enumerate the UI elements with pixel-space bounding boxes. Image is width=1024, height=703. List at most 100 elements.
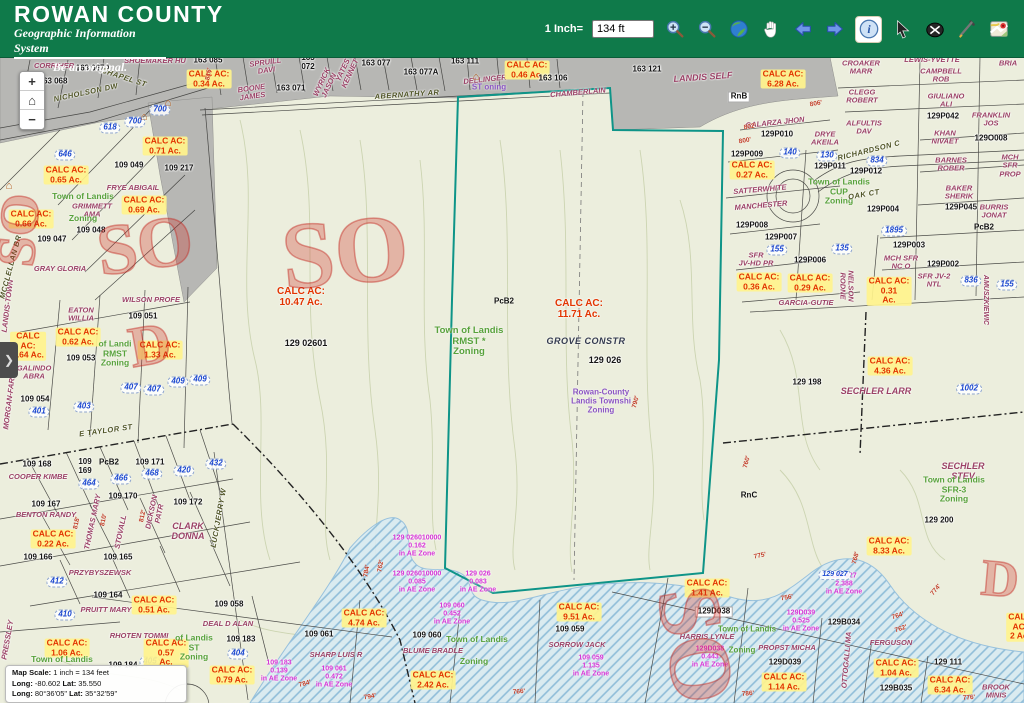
map-label: 109 058 — [215, 601, 244, 610]
map-label: WILSON PROFE — [122, 296, 180, 304]
map-label: 432 — [205, 459, 226, 470]
globe-icon[interactable] — [727, 18, 750, 41]
map-zoom-widget: + ⌂ − — [19, 71, 45, 130]
map-label: 163 071 — [277, 85, 306, 94]
map-label: 129D039 — [769, 659, 801, 668]
map-label: 774' — [929, 583, 943, 597]
map-label: of Landis ST Zoning — [175, 634, 213, 663]
identify-info-icon[interactable]: i — [855, 16, 882, 43]
house-icon: ⌂ — [165, 97, 172, 109]
map-label: 764' — [891, 611, 905, 622]
header-bar: ROWAN COUNTY Geographic Information Syst… — [0, 0, 1024, 58]
red-stamp-overlay: SO — [641, 580, 748, 703]
map-label: 155 — [996, 280, 1017, 291]
zoom-out-icon[interactable] — [695, 18, 718, 41]
map-label: Town of Landis — [31, 655, 93, 665]
map-label: PROPST MICHA — [758, 644, 816, 652]
map-label: 129 026 0.083 in AE Zone — [460, 570, 496, 593]
map-label: PcB2 — [974, 224, 994, 233]
map-label: Town of Landis RMST * Zoning — [435, 326, 504, 358]
map-label: FERGUSON — [870, 639, 913, 647]
map-label: PRZYBYSZEWSK — [69, 569, 132, 577]
map-label: 129P007 — [765, 234, 797, 243]
map-labels-layer: CORRIHERSHOEMAKER HU163 067A163 068NICHO… — [0, 0, 1024, 703]
map-label: 129 200 — [925, 517, 954, 526]
map-label: 109 172 — [174, 499, 203, 508]
map-label: 129P003 — [893, 242, 925, 251]
map-label: 129P002 — [927, 261, 959, 270]
map-label: 109 053 — [67, 355, 96, 364]
back-arrow-icon[interactable] — [791, 18, 814, 41]
zoom-in-icon[interactable] — [663, 18, 686, 41]
map-label: 794' — [363, 692, 376, 701]
map-label: of Landi RMST Zoning — [98, 340, 131, 369]
map-label: 412 — [46, 577, 67, 588]
scale-input[interactable] — [592, 20, 654, 38]
map-label: 163 077 — [362, 60, 391, 69]
map-label: 800' — [738, 136, 751, 145]
clear-selection-icon[interactable] — [923, 18, 946, 41]
map-label: CALC AC: 1.14 Ac. — [762, 672, 807, 691]
map-label: 163 106 — [539, 75, 568, 84]
map-label: 109 049 — [115, 162, 144, 171]
map-label: 109 171 — [136, 459, 165, 468]
home-button[interactable]: ⌂ — [20, 91, 44, 110]
forward-arrow-icon[interactable] — [823, 18, 846, 41]
map-label: 1895 — [881, 226, 907, 237]
panel-expand-toggle[interactable]: ❯ — [0, 342, 18, 378]
map-label: STOVALL — [113, 514, 128, 549]
map-label: 1002 — [956, 384, 982, 395]
map-label: 129P009 — [731, 151, 763, 160]
map-label: 401 — [28, 407, 49, 418]
map-label: 109 167 — [32, 501, 61, 510]
map-label: 409 — [189, 375, 210, 386]
map-label: CALC AC: 8.33 Ac. — [867, 536, 912, 555]
map-label: CROAKER MARR — [842, 60, 880, 77]
pan-hand-icon[interactable] — [759, 18, 782, 41]
map-label: 109 061 — [305, 631, 334, 640]
map-label: 129D039 0.525 in AE Zone — [783, 609, 819, 632]
map-label: 790' — [631, 395, 641, 409]
map-label: PRUITT MARY — [80, 606, 131, 614]
map-label: ABERNATHY AR — [374, 89, 439, 102]
logo-tagline: Be an original. — [14, 60, 166, 75]
map-label: 129 026 — [589, 355, 622, 365]
zoom-out-button[interactable]: − — [20, 110, 44, 129]
map-label: 836 — [960, 276, 981, 287]
google-maps-icon[interactable] — [987, 18, 1010, 41]
map-label: DRYE AKEILA — [811, 131, 839, 148]
map-label: CALC AC: 4.36 Ac. — [868, 356, 913, 375]
map-label: 129 026010000 0.162 in AE Zone — [393, 534, 442, 557]
map-label: 129P045 — [945, 204, 977, 213]
map-label: BOONE JAMES — [237, 83, 267, 103]
map-label: E TAYLOR ST — [79, 423, 134, 439]
map-label: 140 — [779, 148, 800, 159]
measure-pencil-icon[interactable] — [955, 18, 978, 41]
map-label: CALC AC: 0.65 Ac. — [44, 165, 89, 184]
map-label: CAMPBELL ROB — [920, 68, 962, 85]
map-label: 163 077A — [404, 69, 439, 78]
map-label: 135 — [831, 244, 852, 255]
map-label: RnC — [741, 492, 757, 501]
map-label: CALC AC: 0.51 Ac. — [132, 595, 177, 614]
select-pointer-icon[interactable] — [891, 18, 914, 41]
map-label: 618 — [99, 123, 120, 134]
map-label: 129P006 — [794, 257, 826, 266]
map-label: 762' — [894, 624, 908, 635]
map-label: CALC AC: 0.36 Ac. — [737, 272, 782, 291]
map-label: 155 — [766, 245, 787, 256]
map-label: Town of Landis SFR-3 Zoning — [923, 476, 985, 505]
map-viewport[interactable]: CORRIHERSHOEMAKER HU163 067A163 068NICHO… — [0, 0, 1024, 703]
map-label: OTTOGALLI MA — [840, 631, 853, 688]
map-label: SATTERWHITE — [733, 183, 787, 196]
map-label: KHAN NIVAET — [932, 130, 959, 147]
map-label: CALC AC: 9.51 Ac. — [557, 602, 602, 621]
map-label: 109 059 1.135 in AE Zone — [573, 654, 609, 677]
red-stamp-overlay: D — [979, 552, 1021, 607]
map-label: 109 170 — [109, 493, 138, 502]
map-label: 129 027 — [818, 570, 851, 580]
map-label: ALFULTIS DAV — [846, 120, 882, 137]
map-label: PRESSLEY — [0, 620, 15, 661]
map-label: PcB2 — [494, 298, 514, 307]
map-toolbar: 1 Inch= i — [545, 16, 1010, 42]
